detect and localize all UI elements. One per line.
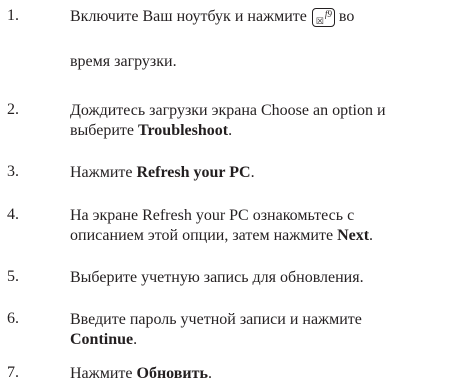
step-text: На экране Refresh your PC ознакомьтесь с xyxy=(70,207,355,224)
f9-key-icon: ☒ f9 xyxy=(311,8,335,27)
step-text-line2: описанием этой опции, затем нажмите Next… xyxy=(70,227,374,244)
step-text: Нажмите Refresh your PC. xyxy=(70,164,255,181)
step-number: 2. xyxy=(7,101,19,118)
step-text-line2: время загрузки. xyxy=(70,53,177,70)
step-text-line2: Continue. xyxy=(70,331,138,348)
step-text: Включите Ваш ноутбук и нажмите ☒ f9 во xyxy=(70,8,355,27)
step-text: Выберите учетную запись для обновления. xyxy=(70,269,364,286)
step-text: Введите пароль учетной записи и нажмите xyxy=(70,311,362,328)
step-number: 3. xyxy=(7,163,19,180)
step-number: 5. xyxy=(7,268,19,285)
step-number: 6. xyxy=(7,310,19,327)
step-text: Дождитесь загрузки экрана Choose an opti… xyxy=(70,102,386,119)
step-number: 1. xyxy=(7,7,19,24)
step-number: 7. xyxy=(7,364,19,381)
step-number: 4. xyxy=(7,206,19,223)
step-text: Нажмите Обновить. xyxy=(70,365,212,382)
step-text-line2: выберите Troubleshoot. xyxy=(70,122,233,139)
